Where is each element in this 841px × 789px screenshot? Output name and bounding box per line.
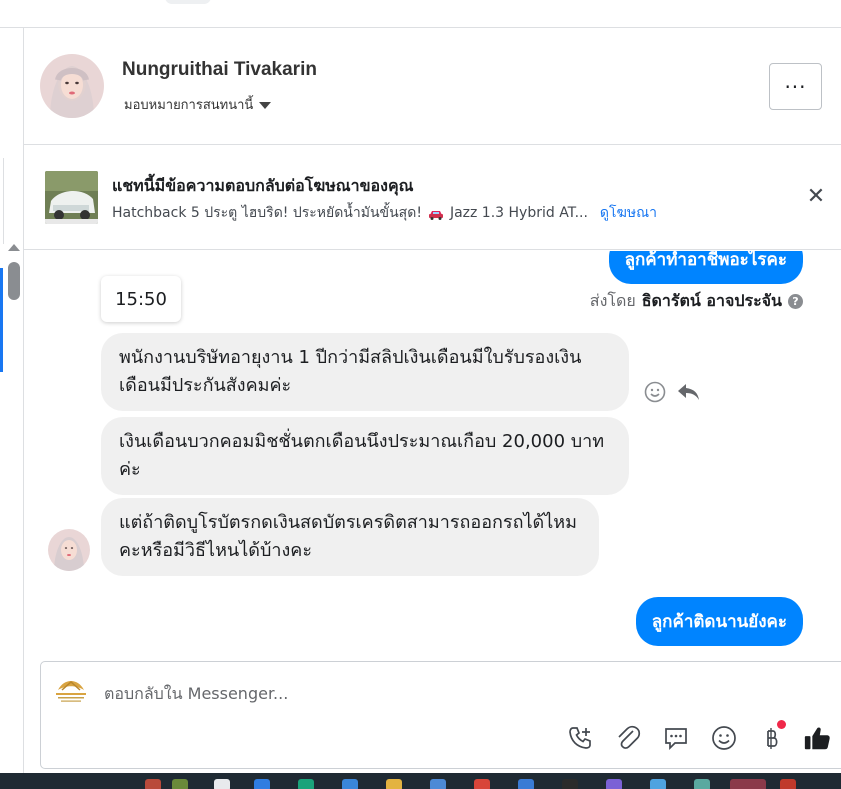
reply-composer (40, 661, 841, 769)
react-icon[interactable] (644, 381, 666, 407)
taskbar-app-icon[interactable] (474, 779, 490, 789)
conversation-header: Nungruithai Tivakarin มอบหมายการสนทนานี้… (24, 28, 841, 145)
emoji-icon[interactable] (710, 724, 738, 752)
taskbar-app-icon[interactable] (694, 779, 710, 789)
message-input[interactable] (104, 684, 764, 703)
view-ad-link[interactable]: ดูโฆษณา (600, 202, 657, 224)
baht-icon[interactable] (758, 720, 786, 752)
taskbar-app-icon[interactable] (780, 779, 796, 789)
paperclip-icon[interactable] (614, 724, 642, 752)
assign-label: มอบหมายการสนทนานี้ (124, 98, 254, 113)
saved-replies-icon[interactable] (662, 724, 690, 752)
left-rail (0, 28, 24, 773)
incoming-message[interactable]: แต่ถ้าติดบูโรบัตรกดเงินสดบัตรเครดิตสามาร… (101, 498, 599, 576)
contact-name[interactable]: Nungruithai Tivakarin (122, 59, 317, 81)
scrollbar-thumb[interactable] (8, 262, 20, 300)
message-thread: ลูกค้าทำอาชีพอะไรคะ 15:50 ส่งโดย ธิดารัต… (24, 251, 841, 661)
page-logo (52, 676, 90, 704)
ad-banner-title: แชทนี้มีข้อความตอบกลับต่อโฆษณาของคุณ (112, 176, 414, 195)
toolbar-pill (165, 0, 211, 4)
scroll-up-arrow-icon[interactable] (8, 244, 20, 251)
sent-by-info: ส่งโดย ธิดารัตน์ อาจประจัน ? (590, 289, 803, 314)
help-icon[interactable]: ? (788, 294, 803, 309)
assign-conversation-dropdown[interactable]: มอบหมายการสนทนานี้ (124, 94, 272, 115)
outgoing-message[interactable]: ลูกค้าติดนานยังคะ (635, 597, 803, 646)
more-options-button[interactable]: ··· (769, 63, 822, 110)
sent-by-prefix: ส่งโดย (589, 291, 636, 310)
ad-banner-subtitle: Hatchback 5 ประตู ไฮบริด! ประหยัดน้ำมันข… (112, 202, 657, 224)
taskbar-app-icon[interactable] (342, 779, 358, 789)
car-icon (428, 208, 444, 220)
close-icon[interactable]: ✕ (805, 186, 827, 208)
taskbar-app-icon[interactable] (430, 779, 446, 789)
ad-car-model: Jazz 1.3 Hybrid AT... (449, 205, 588, 221)
taskbar-app-icon[interactable] (254, 779, 270, 789)
thumbs-up-icon[interactable] (803, 724, 831, 752)
incoming-message[interactable]: พนักงานบริษัทอายุงาน 1 ปีกว่ามีสลิปเงินเ… (101, 333, 629, 411)
taskbar-app-icon[interactable] (518, 779, 534, 789)
contact-avatar-small[interactable] (48, 529, 90, 571)
taskbar-app-icon[interactable] (214, 779, 230, 789)
taskbar-app-icon[interactable] (730, 779, 766, 789)
taskbar-app-icon[interactable] (386, 779, 402, 789)
taskbar-app-icon[interactable] (145, 779, 161, 789)
ad-thumbnail (45, 171, 98, 224)
chevron-down-icon (259, 101, 272, 109)
taskbar-app-icon[interactable] (606, 779, 622, 789)
active-indicator (0, 268, 3, 372)
sent-by-name: ธิดารัตน์ อาจประจัน (641, 291, 782, 310)
taskbar-app-icon[interactable] (650, 779, 666, 789)
call-add-icon[interactable] (566, 724, 594, 752)
message-actions (644, 381, 700, 407)
top-toolbar-strip (0, 0, 841, 28)
rail-divider (0, 158, 4, 244)
incoming-message[interactable]: เงินเดือนบวกคอมมิชชั่นตกเดือนนึงประมาณเก… (101, 417, 629, 495)
contact-avatar[interactable] (40, 54, 104, 118)
taskbar-app-icon[interactable] (562, 779, 578, 789)
messenger-inbox: Nungruithai Tivakarin มอบหมายการสนทนานี้… (0, 0, 841, 789)
outgoing-message[interactable]: ลูกค้าทำอาชีพอะไรคะ (608, 251, 803, 284)
os-taskbar (0, 773, 841, 789)
reply-icon[interactable] (676, 381, 700, 407)
ad-reply-banner: แชทนี้มีข้อความตอบกลับต่อโฆษณาของคุณ Hat… (24, 146, 841, 250)
ad-headline: Hatchback 5 ประตู ไฮบริด! ประหยัดน้ำมันข… (112, 205, 422, 221)
timestamp-tooltip: 15:50 (101, 276, 181, 322)
taskbar-app-icon[interactable] (298, 779, 314, 789)
taskbar-app-icon[interactable] (172, 779, 188, 789)
notification-dot (777, 720, 786, 729)
